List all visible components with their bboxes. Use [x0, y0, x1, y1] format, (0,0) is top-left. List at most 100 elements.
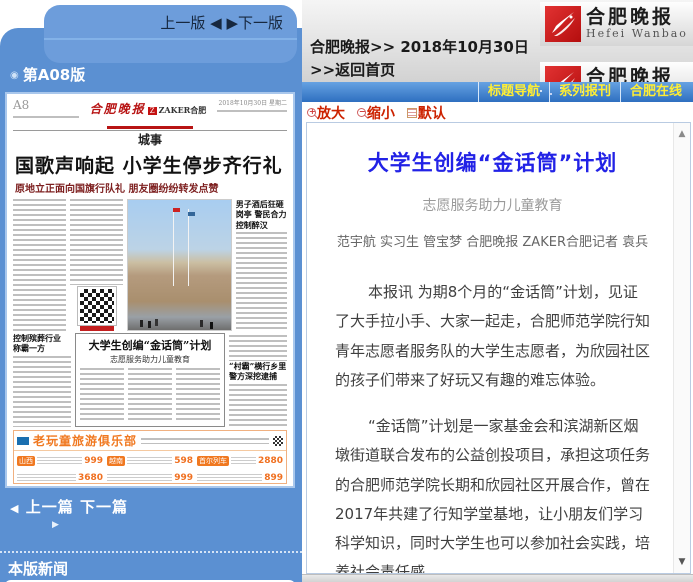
text-placeholder — [13, 199, 66, 331]
thumb-boxed-title: 大学生创编“金话筒”计划 — [80, 337, 220, 353]
zoom-in-button[interactable]: 放大 — [307, 106, 345, 122]
toolbar-button-hefei-online[interactable]: 合肥在线 — [620, 82, 691, 102]
logo-en-text: Hefei Wanbao — [586, 27, 688, 40]
toolbar-button-title-nav[interactable]: 标题导航 — [478, 82, 549, 102]
ad-qr-code — [273, 436, 283, 446]
text-placeholder — [229, 384, 287, 427]
zaker-label: ZAKER合肥 — [159, 105, 207, 115]
article-paragraph: 本报讯 为期8个月的“金话筒”计划，见证了大手拉小手、大家一起走，合肥师范学院行… — [335, 278, 650, 395]
text-placeholder — [107, 474, 172, 482]
ad-offer: 首尔列车 2880 — [197, 453, 283, 469]
zoom-in-label: 放大 — [317, 106, 345, 122]
thumb-masthead: 合肥晚报ZZAKER合肥 — [90, 98, 207, 126]
blue-flag — [188, 212, 195, 216]
text-placeholder — [217, 110, 287, 114]
app-window: ◉第A08版 A8 合肥晚报ZZAKER合肥 2018年10月30日 星期二 城… — [0, 0, 693, 582]
ad-offer-price: 999 — [84, 456, 103, 466]
text-placeholder — [13, 116, 79, 120]
edition-nav-bar: 上一版 ◀ ▶下一版 — [44, 5, 297, 63]
logo-text-block: 合肥晚报 Hefei Wanbao — [586, 68, 688, 82]
zoom-reset-button[interactable]: 默认 — [407, 106, 446, 122]
next-edition-button[interactable]: 下一版 — [238, 14, 283, 32]
bottom-strip — [302, 574, 693, 582]
thumb-main-headline: 国歌声响起 小学生停步齐行礼 — [7, 148, 293, 178]
thumb-upper-columns: 男子酒后狂砸岗亭 警民合力控制醉汉 — [7, 195, 293, 331]
ad-offer: 山西 999 — [17, 453, 103, 469]
travel-club-ad: 老玩童旅游俱乐部 山西 999 越南 598 — [13, 430, 287, 484]
logo-text-block: 合肥晚报 Hefei Wanbao — [586, 8, 688, 41]
text-placeholder — [80, 368, 124, 423]
flag-pole — [173, 209, 174, 286]
zaker-badge-icon: Z — [148, 107, 157, 115]
prev-edition-arrow-icon[interactable]: ◀ — [210, 14, 222, 32]
toolbar-buttons: 标题导航 系列报刊 合肥在线 — [478, 82, 691, 102]
scroll-up-arrow-icon[interactable]: ▲ — [674, 129, 690, 139]
breadcrumb-home-link[interactable]: 返回首页 — [335, 61, 395, 79]
text-placeholder — [13, 356, 71, 427]
edition-sidebar: ◉第A08版 A8 合肥晚报ZZAKER合肥 2018年10月30日 星期二 城… — [0, 28, 302, 582]
zoom-out-label: 缩小 — [367, 106, 395, 122]
sidebar-divider — [0, 551, 302, 553]
text-placeholder — [37, 457, 82, 465]
thumb-dateline: 2018年10月30日 星期二 — [217, 98, 287, 107]
zoom-out-icon — [357, 108, 366, 117]
logo-cn-text: 合肥晚报 — [586, 68, 688, 82]
ad-header: 老玩童旅游俱乐部 — [14, 431, 286, 451]
ad-offer: 999 — [107, 470, 193, 486]
prev-article-button[interactable]: 上一篇 — [26, 498, 74, 516]
thumb-boxed-subtitle: 志愿服务助力儿童教育 — [80, 354, 220, 365]
ad-offer: 越南 598 — [107, 453, 193, 469]
newspaper-page-thumbnail[interactable]: A8 合肥晚报ZZAKER合肥 2018年10月30日 星期二 城事 国歌声响起… — [5, 92, 295, 488]
ad-offer-price: 999 — [174, 473, 193, 483]
zoom-out-button[interactable]: 缩小 — [357, 106, 395, 122]
ad-offer: 3680 — [17, 470, 103, 486]
scroll-down-arrow-icon[interactable]: ▼ — [674, 557, 690, 567]
thumb-right-lower-column: “村霸”横行乡里 警方深挖逮捕 — [229, 333, 287, 427]
hefei-wanbao-logo[interactable]: 合肥晚报 Hefei Wanbao — [540, 2, 693, 46]
logo-mark-icon — [545, 6, 581, 42]
breadcrumb-date-link[interactable]: 2018年10月30日 — [400, 38, 529, 56]
page-news-section-title: 本版新闻 — [8, 558, 68, 579]
text-placeholder — [128, 368, 172, 423]
toolbar-button-series[interactable]: 系列报刊 — [549, 82, 620, 102]
flag-raising-photo — [127, 199, 232, 331]
ad-offer-label: 越南 — [107, 456, 125, 466]
text-placeholder — [176, 368, 220, 423]
hefei-wanbao-logo-duplicate: 合肥晚报 Hefei Wanbao — [540, 62, 693, 82]
zoom-controls: 放大 缩小 默认 — [307, 103, 453, 123]
masthead-underline — [107, 126, 193, 129]
thumb-boxed-article: 大学生创编“金话筒”计划 志愿服务助力儿童教育 — [75, 333, 225, 427]
prev-edition-button[interactable]: 上一版 — [160, 14, 205, 32]
ad-offer-price: 3680 — [78, 473, 103, 483]
breadcrumb-separator: >> — [310, 61, 335, 79]
reset-icon — [407, 108, 417, 118]
thumb-right-headline: 男子酒后狂砸岗亭 警民合力控制醉汉 — [236, 199, 287, 230]
breadcrumb-site-link[interactable]: 合肥晚报 — [310, 38, 370, 56]
thumb-boxed-columns — [80, 368, 220, 423]
edition-bullet-icon: ◉ — [10, 70, 19, 81]
next-article-button[interactable]: 下一篇 — [80, 498, 128, 516]
text-placeholder — [17, 474, 76, 482]
qr-code — [78, 287, 116, 325]
reset-label: 默认 — [418, 106, 446, 122]
section-label: 城事 — [7, 131, 293, 148]
ad-offer-label: 首尔列车 — [197, 456, 229, 466]
next-article-arrow-icon[interactable]: ▶ — [52, 520, 59, 530]
ad-title: 老玩童旅游俱乐部 — [33, 432, 137, 449]
article-scrollbar[interactable]: ▲ ▼ — [673, 123, 690, 573]
article-byline: 范宇航 实习生 管宝梦 合肥晚报 ZAKER合肥记者 袁兵 — [335, 231, 650, 250]
thumb-masthead-logo: 合肥晚报 — [90, 102, 146, 116]
thumb-left-headline: 控制殡葬行业 称霸一方 — [13, 333, 71, 354]
thumb-sub-headline: 原地立正面向国旗行队礼 朋友圈纷纷转发点赞 — [7, 178, 293, 195]
thumb-page-code-block: A8 — [13, 98, 79, 126]
article-paragraph: “金话筒”计划是一家基金会和滨湖新区烟墩街道联合发布的公益创投项目，承担这项任务… — [335, 412, 650, 573]
ad-offer-label: 山西 — [17, 456, 35, 466]
article-content: 大学生创编“金话筒”计划 志愿服务助力儿童教育 范宇航 实习生 管宝梦 合肥晚报… — [307, 123, 674, 573]
thumb-page-code: A8 — [13, 98, 79, 112]
main-toolbar: 标题导航 系列报刊 合肥在线 — [302, 82, 693, 102]
next-edition-arrow-icon[interactable]: ▶ — [226, 14, 238, 32]
ad-offer: 899 — [197, 470, 283, 486]
logo-mark-icon — [545, 66, 581, 82]
ad-offer-price: 899 — [264, 473, 283, 483]
text-placeholder — [70, 199, 123, 285]
